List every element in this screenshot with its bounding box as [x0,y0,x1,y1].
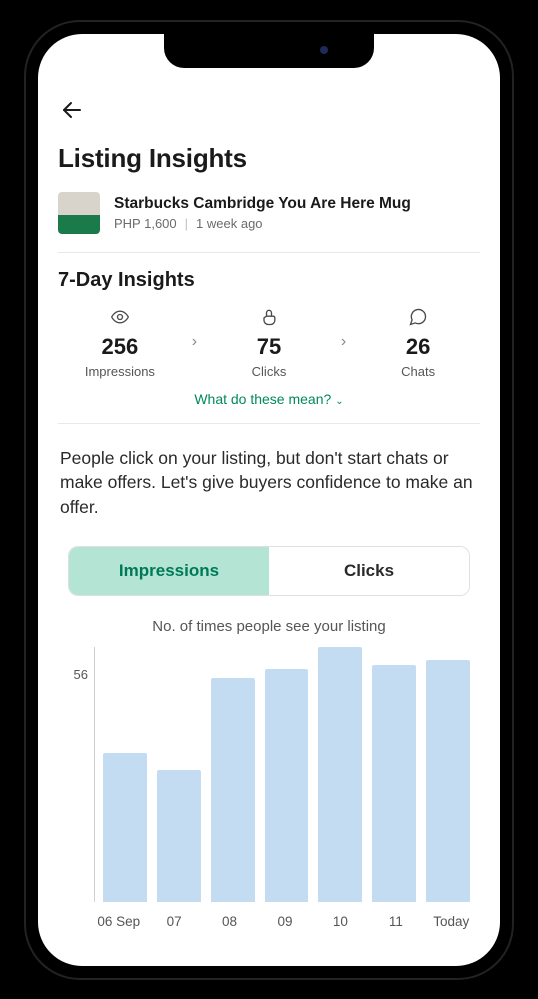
listing-row[interactable]: Starbucks Cambridge You Are Here Mug PHP… [58,192,480,253]
page-title: Listing Insights [58,143,480,174]
chart-tab-switcher: Impressions Clicks [68,546,470,596]
stat-value: 26 [356,334,480,360]
help-link[interactable]: What do these mean? ⌄ [194,391,343,407]
stat-value: 75 [207,334,331,360]
x-tick: 08 [207,914,252,929]
phone-side-button [18,240,24,298]
x-tick: 10 [318,914,363,929]
phone-frame: Listing Insights Starbucks Cambridge You… [24,20,514,980]
x-tick: 09 [262,914,307,929]
listing-meta: PHP 1,600 | 1 week ago [114,216,480,231]
stat-value: 256 [58,334,182,360]
tap-icon [207,306,331,328]
chevron-right-icon: › [339,333,348,351]
back-button[interactable] [58,94,84,135]
chevron-down-icon: ⌄ [335,396,343,407]
stat-clicks[interactable]: 75 Clicks [207,306,331,379]
help-link-text: What do these mean? [194,391,331,407]
stat-label: Impressions [58,364,182,379]
screen: Listing Insights Starbucks Cambridge You… [38,34,500,966]
chart-bar[interactable] [426,660,470,902]
chart-bar[interactable] [157,770,201,902]
x-tick: Today [429,914,474,929]
tab-clicks[interactable]: Clicks [269,547,469,595]
x-axis: 06 Sep 07 08 09 10 11 Today [58,914,480,929]
insight-message: People click on your listing, but don't … [60,446,478,521]
chart-bar[interactable] [372,665,416,902]
chart-caption: No. of times people see your listing [58,618,480,635]
stat-label: Chats [356,364,480,379]
stat-impressions[interactable]: 256 Impressions [58,306,182,379]
section-title: 7-Day Insights [58,269,480,292]
tab-impressions[interactable]: Impressions [69,547,269,595]
listing-title: Starbucks Cambridge You Are Here Mug [114,195,480,213]
listing-price: PHP 1,600 [114,216,177,231]
x-tick: 11 [373,914,418,929]
y-axis: 56 [64,647,94,902]
arrow-left-icon [60,98,84,122]
chevron-right-icon: › [190,333,199,351]
chart-area: 56 [58,647,480,902]
chart-bar[interactable] [318,647,362,902]
help-link-row: What do these mean? ⌄ [58,391,480,424]
phone-notch [164,34,374,68]
listing-thumbnail [58,192,100,234]
separator: | [185,216,188,231]
phone-side-button [514,260,520,350]
y-tick: 56 [74,667,88,682]
x-tick: 06 Sep [96,914,141,929]
eye-icon [58,306,182,328]
listing-age: 1 week ago [196,216,263,231]
stat-label: Clicks [207,364,331,379]
chart-plot [94,647,474,902]
x-tick: 07 [151,914,196,929]
chart-bar[interactable] [265,669,309,902]
chart-bar[interactable] [103,753,147,902]
stat-chats[interactable]: 26 Chats [356,306,480,379]
chat-icon [356,306,480,328]
phone-side-button [18,312,24,370]
stats-row: 256 Impressions › 75 Clicks › 26 [58,306,480,379]
chart-bar[interactable] [211,678,255,902]
phone-side-button [18,180,24,214]
